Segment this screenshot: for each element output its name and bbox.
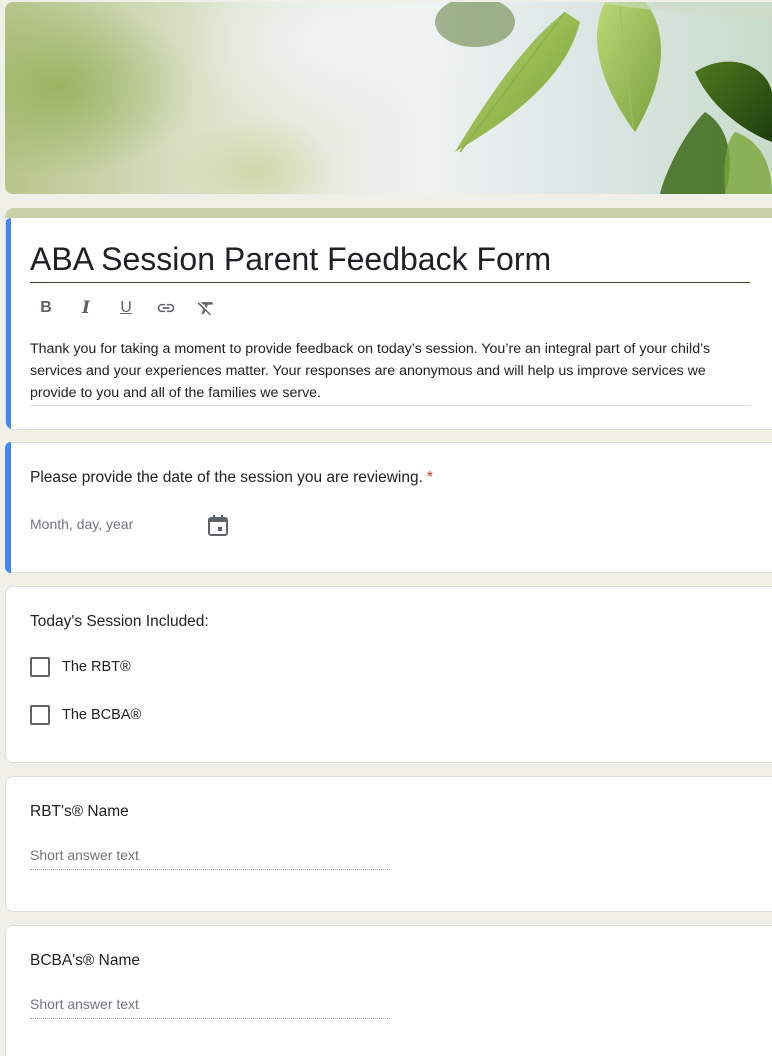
required-asterisk: * <box>426 469 433 486</box>
italic-button[interactable]: I <box>74 296 98 320</box>
question-card-bcba-name[interactable]: BCBA's® Name Short answer text <box>5 925 772 1056</box>
date-input[interactable]: Month, day, year <box>30 516 133 532</box>
checkbox[interactable] <box>30 705 50 725</box>
header-image[interactable] <box>5 2 772 194</box>
checkbox-option[interactable]: The BCBA® <box>30 705 141 725</box>
question-card-session-included[interactable]: Today's Session Included: The RBT® The B… <box>5 586 772 763</box>
question-title: Please provide the date of the session y… <box>30 469 433 487</box>
form-editor-page: ABA Session Parent Feedback Form B I U T… <box>0 0 772 1056</box>
checkbox-label: The BCBA® <box>62 707 142 723</box>
question-title-text: Please provide the date of the session y… <box>30 469 423 486</box>
short-answer-field[interactable]: Short answer text <box>30 847 390 870</box>
form-title[interactable]: ABA Session Parent Feedback Form <box>30 238 750 283</box>
short-answer-field[interactable]: Short answer text <box>30 996 390 1019</box>
link-button[interactable] <box>154 296 178 320</box>
question-title: BCBA's® Name <box>30 952 140 969</box>
clear-formatting-icon <box>197 302 213 316</box>
form-description[interactable]: Thank you for taking a moment to provide… <box>30 338 750 406</box>
clear-formatting-button[interactable] <box>194 296 218 320</box>
checkbox-label: The RBT® <box>62 659 131 675</box>
question-title: Today's Session Included: <box>30 613 209 630</box>
theme-header-strip <box>6 208 772 218</box>
link-icon <box>157 303 175 313</box>
question-card-date[interactable]: Please provide the date of the session y… <box>5 442 772 573</box>
checkbox-option[interactable]: The RBT® <box>30 657 131 677</box>
question-title: RBT's® Name <box>30 803 129 820</box>
leaves-illustration <box>435 2 772 194</box>
bold-button[interactable]: B <box>34 296 58 320</box>
question-card-rbt-name[interactable]: RBT's® Name Short answer text <box>5 776 772 912</box>
underline-button[interactable]: U <box>114 296 138 320</box>
checkbox[interactable] <box>30 657 50 677</box>
form-title-card[interactable]: ABA Session Parent Feedback Form B I U T… <box>5 208 772 430</box>
text-format-toolbar: B I U <box>34 296 218 320</box>
calendar-icon[interactable] <box>207 514 229 538</box>
